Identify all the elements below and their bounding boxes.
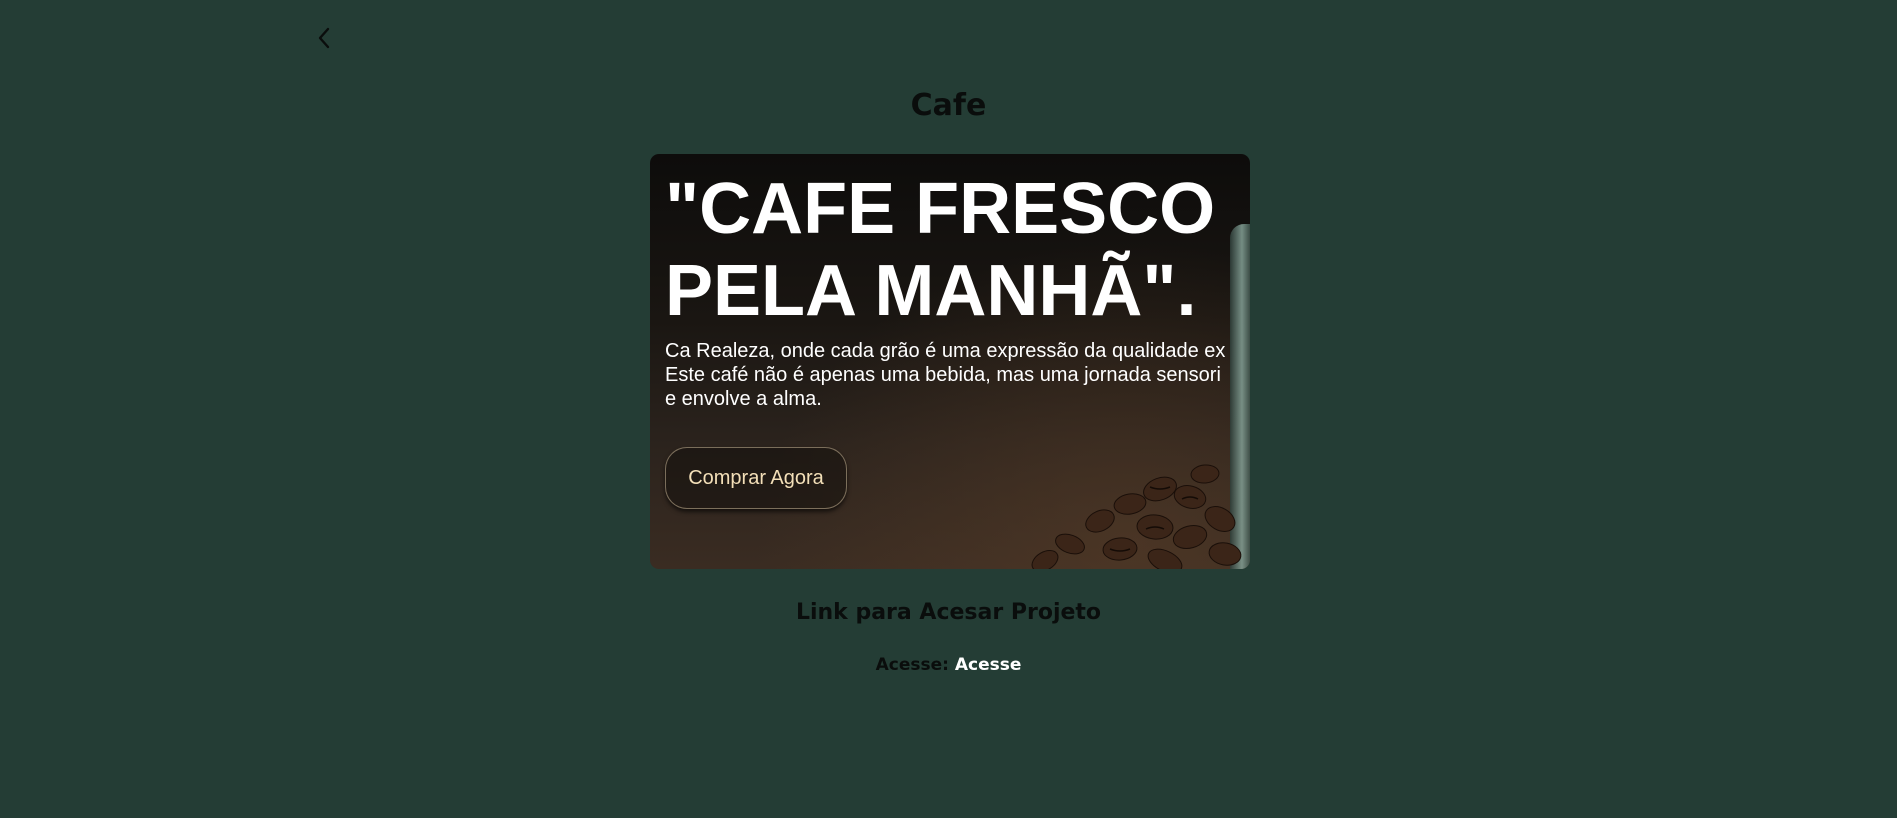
back-button[interactable] — [312, 22, 336, 54]
project-preview-card: "CAFE FRESCO PELA MANHÃ". Ca Realeza, on… — [650, 154, 1250, 569]
chevron-left-icon — [316, 26, 332, 50]
hero-description: Ca Realeza, onde cada grão é uma express… — [665, 340, 1226, 410]
coffee-beans-image — [1031, 464, 1242, 569]
access-line: Acesse: Acesse — [0, 655, 1897, 675]
project-link[interactable]: Acesse — [955, 655, 1022, 675]
link-section-heading: Link para Acesar Projeto — [795, 600, 1102, 625]
hero-heading: "CAFE FRESCO PELA MANHÃ". — [665, 169, 1216, 331]
buy-now-button[interactable]: Comprar Agora — [665, 447, 847, 509]
page-title: Cafe — [910, 88, 987, 123]
access-prefix: Acesse: — [875, 655, 949, 675]
